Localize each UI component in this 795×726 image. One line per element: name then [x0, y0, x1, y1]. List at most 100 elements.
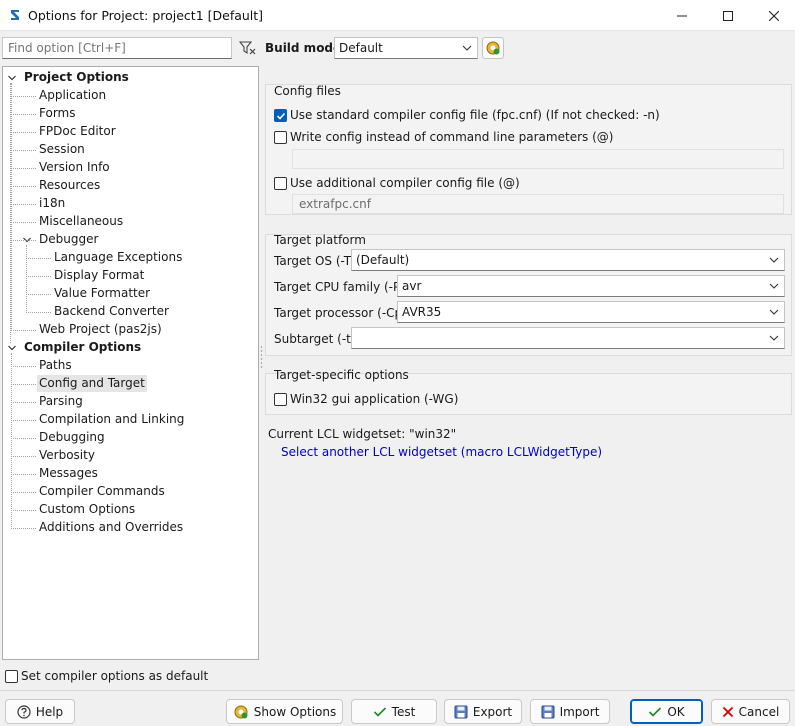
tree-connector [11, 83, 12, 331]
help-label: Help [35, 704, 64, 719]
tree-item[interactable]: Compiler Options [24, 339, 141, 356]
close-icon [769, 10, 779, 21]
write-config-path-field [292, 149, 784, 169]
tree-connector [26, 312, 51, 313]
tree-connector [11, 96, 36, 97]
splitter-grip[interactable] [260, 345, 263, 369]
maximize-button[interactable] [705, 0, 751, 31]
cancel-button[interactable]: Cancel [711, 699, 790, 724]
tree-connector [11, 204, 36, 205]
find-option-input[interactable] [2, 37, 232, 59]
tree-item[interactable]: i18n [39, 195, 65, 212]
import-button[interactable]: Import [530, 699, 610, 724]
tree-item[interactable]: Messages [39, 465, 98, 482]
chevron-down-icon [769, 283, 779, 289]
tree-item[interactable]: Language Exceptions [54, 249, 182, 266]
tree-item[interactable]: Value Formatter [54, 285, 150, 302]
win32-gui-label: Win32 gui application (-WG) [290, 392, 459, 406]
use-standard-config-checkbox[interactable] [274, 109, 287, 122]
tree-item[interactable]: Paths [39, 357, 72, 374]
tree-connector [11, 366, 36, 367]
export-button[interactable]: Export [444, 699, 522, 724]
tree-connector [11, 132, 36, 133]
ok-button[interactable]: OK [630, 699, 703, 724]
tree-item[interactable]: Custom Options [39, 501, 135, 518]
config-files-title: Config files [274, 84, 341, 98]
test-button[interactable]: Test [351, 699, 437, 724]
build-modes-button[interactable] [482, 37, 504, 59]
tree-item[interactable]: Config and Target [37, 375, 147, 392]
tree-connector [26, 294, 51, 295]
tree-item[interactable]: Version Info [39, 159, 110, 176]
target-processor-value: AVR35 [402, 305, 442, 319]
set-default-checkbox[interactable] [5, 670, 18, 683]
target-cpu-select[interactable]: avr [397, 275, 785, 297]
target-platform-title: Target platform [274, 233, 366, 247]
chevron-down-icon [769, 335, 779, 341]
lazarus-app-icon [11, 10, 19, 20]
tree-connector [11, 384, 36, 385]
minimize-button[interactable] [659, 0, 705, 31]
export-label: Export [472, 704, 513, 719]
subtarget-select[interactable] [351, 327, 785, 349]
options-tree[interactable]: Project Options Application Forms FPDoc Edi… [2, 66, 259, 660]
tree-item[interactable]: Project Options [24, 69, 129, 86]
tree-connector [11, 114, 36, 115]
tree-connector [11, 168, 36, 169]
write-config-label: Write config instead of command line par… [290, 130, 614, 144]
build-mode-select[interactable]: Default [334, 37, 478, 59]
show-options-button[interactable]: Show Options [226, 699, 343, 724]
chevron-down-icon[interactable] [7, 343, 17, 353]
maximize-icon [723, 10, 733, 21]
tree-item[interactable]: Parsing [39, 393, 83, 410]
clear-filter-button[interactable] [237, 38, 259, 58]
select-lcl-widgetset-link[interactable]: Select another LCL widgetset (macro LCLW… [281, 445, 602, 459]
chevron-down-icon [769, 309, 779, 315]
build-mode-label: Build mode [265, 41, 342, 55]
tree-item[interactable]: Compilation and Linking [39, 411, 184, 428]
tree-item[interactable]: Compiler Commands [39, 483, 165, 500]
tree-item[interactable]: Display Format [54, 267, 144, 284]
tree-item[interactable]: Miscellaneous [39, 213, 123, 230]
target-os-select[interactable]: (Default) [351, 249, 785, 271]
tree-item[interactable]: Web Project (pas2js) [39, 321, 162, 338]
current-lcl-widgetset: Current LCL widgetset: "win32" [268, 427, 457, 441]
gear-build-icon [486, 41, 500, 55]
tree-connector [11, 186, 36, 187]
help-icon [17, 704, 31, 719]
tree-connector [11, 474, 36, 475]
tree-item[interactable]: Application [39, 87, 106, 104]
use-additional-config-checkbox[interactable] [274, 177, 287, 190]
help-button[interactable]: Help [5, 699, 75, 724]
ok-label: OK [667, 704, 685, 719]
close-button[interactable] [751, 0, 795, 31]
cancel-label: Cancel [738, 704, 780, 719]
tree-item[interactable]: Forms [39, 105, 75, 122]
cancel-x-icon [722, 706, 733, 717]
tree-item[interactable]: Debugger [39, 231, 98, 248]
tree-item[interactable]: Verbosity [39, 447, 95, 464]
save-disk-icon [541, 705, 555, 718]
tree-item[interactable]: Additions and Overrides [39, 519, 183, 536]
show-options-label: Show Options [253, 704, 337, 719]
tree-item[interactable]: Session [39, 141, 85, 158]
tree-item[interactable]: Resources [39, 177, 100, 194]
minimize-icon [677, 15, 687, 16]
title-bar: Options for Project: project1 [Default] [0, 0, 795, 31]
window-title: Options for Project: project1 [Default] [28, 8, 264, 23]
chevron-down-icon[interactable] [7, 73, 17, 83]
tree-connector [11, 402, 36, 403]
import-label: Import [559, 704, 600, 719]
additional-config-path-field: extrafpc.cnf [292, 194, 784, 214]
tree-item[interactable]: FPDoc Editor [39, 123, 116, 140]
write-config-checkbox[interactable] [274, 131, 287, 144]
win32-gui-checkbox[interactable] [274, 393, 287, 406]
target-cpu-label: Target CPU family (-P) [274, 280, 405, 294]
tree-item[interactable]: Backend Converter [54, 303, 169, 320]
use-additional-config-label: Use additional compiler config file (@) [290, 176, 520, 190]
target-processor-select[interactable]: AVR35 [397, 301, 785, 323]
target-specific-title: Target-specific options [274, 368, 409, 382]
check-icon [649, 706, 662, 717]
set-default-label: Set compiler options as default [21, 669, 209, 683]
tree-item[interactable]: Debugging [39, 429, 105, 446]
